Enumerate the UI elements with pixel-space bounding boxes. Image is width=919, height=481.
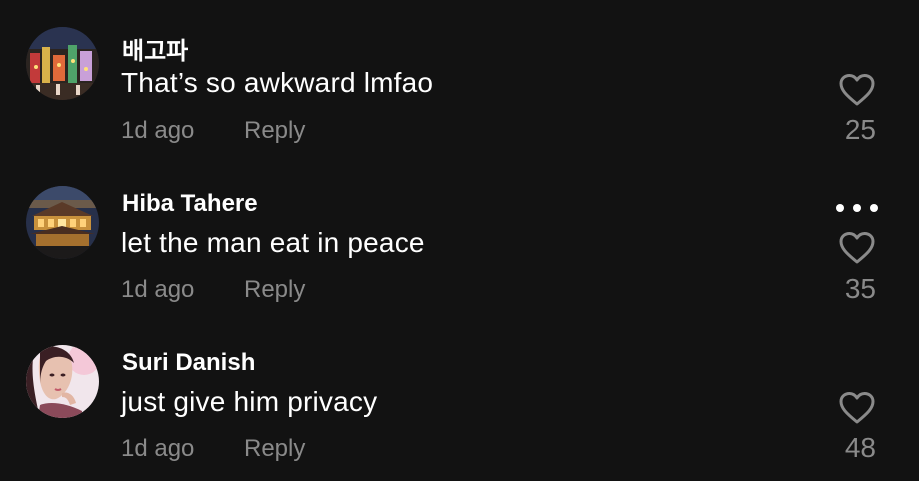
avatar[interactable] bbox=[26, 345, 99, 418]
comment-text: let the man eat in peace bbox=[121, 227, 425, 258]
temple-night-avatar bbox=[26, 186, 99, 259]
comment-item: Suri Danish just give him privacy 1d ago… bbox=[0, 0, 919, 463]
portrait-avatar bbox=[26, 345, 99, 418]
like-heart-icon[interactable] bbox=[838, 391, 876, 425]
reply-button[interactable]: Reply bbox=[244, 435, 305, 463]
avatar[interactable] bbox=[26, 186, 99, 259]
like-count: 35 bbox=[844, 273, 876, 304]
comment-timestamp: 1d ago bbox=[121, 276, 195, 303]
comment-timestamp: 1d ago bbox=[121, 435, 195, 462]
like-count: 48 bbox=[844, 432, 876, 463]
comment-username[interactable]: Hiba Tahere bbox=[122, 190, 258, 218]
reply-button[interactable]: Reply bbox=[244, 276, 305, 304]
comment-username[interactable]: Suri Danish bbox=[122, 349, 255, 377]
like-heart-icon[interactable] bbox=[838, 231, 876, 265]
comment-text: just give him privacy bbox=[121, 386, 378, 417]
more-options-icon[interactable] bbox=[836, 201, 878, 215]
